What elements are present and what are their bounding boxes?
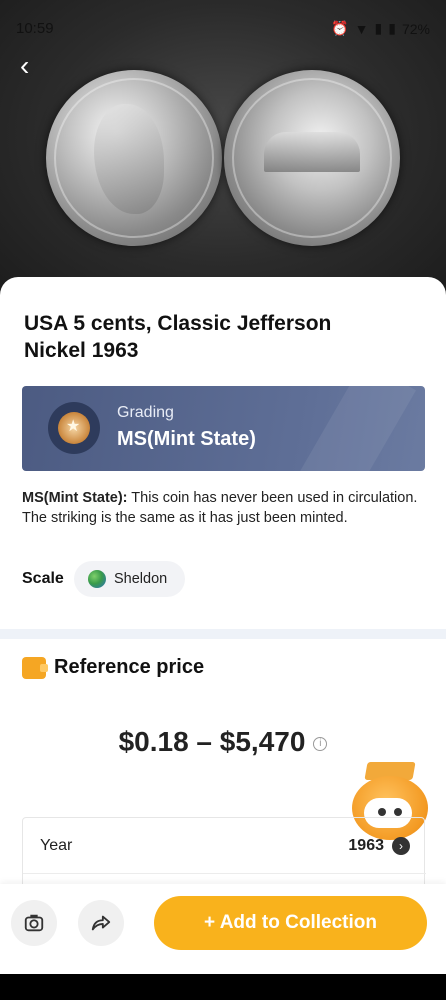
scale-chip[interactable]: Sheldon [74,561,186,597]
share-button[interactable] [78,900,124,946]
coin-title: USA 5 cents, Classic Jefferson Nickel 19… [24,312,332,362]
wallet-icon [22,656,48,679]
share-icon [91,915,111,931]
coin-reverse-image [224,70,400,246]
price-range: $0.18 – $5,470 i [0,726,446,758]
battery-percent: 72% [401,20,430,37]
scale-label: Scale [22,570,64,587]
mascot-eye [394,808,402,816]
status-time: 10:59 [16,20,54,37]
info-icon[interactable]: i [313,736,328,751]
camera-button[interactable] [11,900,57,946]
section-divider [0,629,446,639]
back-icon[interactable]: ‹ [20,52,44,80]
add-to-collection-button[interactable]: + Add to Collection [154,896,427,950]
reference-price-header: Reference price [22,656,204,679]
chevron-right-icon: › [392,836,410,855]
mascot-eye [378,808,386,816]
grading-banner: Grading MS(Mint State) [22,386,425,471]
grading-label: Grading [117,404,174,421]
status-bar: 10:59 ⏰ ▼ ▮ ▮ 72% [0,0,446,56]
reference-title: Reference price [54,656,205,678]
price-value: $0.18 – $5,470 [118,726,306,757]
coin-building [264,132,360,172]
camera-icon [24,914,44,932]
coin-obverse-image [46,70,222,246]
scale-value: Sheldon [114,571,168,587]
alarm-icon: ⏰ [331,20,349,36]
row-label: Year [40,836,73,854]
medal-icon [48,402,100,454]
row-right: 1963 › [348,836,410,855]
table-row[interactable]: Year 1963 › [23,818,426,874]
signal-icon: ▮ [374,20,383,36]
grading-value: MS(Mint State) [117,428,256,450]
system-nav-bar [0,974,446,1000]
status-icons: ⏰ ▼ ▮ ▮ 72% [331,20,430,37]
grading-description: MS(Mint State): This coin has never been… [22,488,422,528]
wifi-icon: ▼ [354,20,369,37]
description-term: MS(Mint State): [22,490,128,506]
row-value: 1963 [348,836,384,854]
scale-row: Scale Sheldon [22,561,186,597]
globe-icon [88,570,106,588]
battery-icon: ▮ [388,20,396,36]
